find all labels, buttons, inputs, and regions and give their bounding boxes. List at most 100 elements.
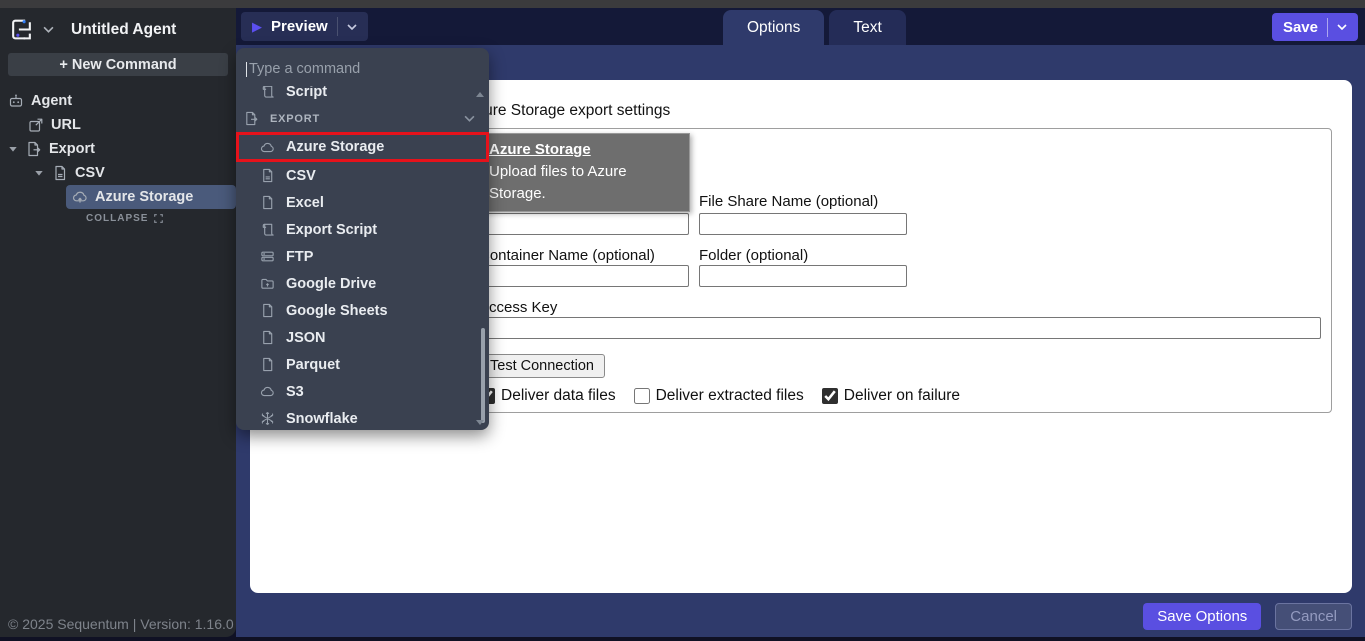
azure-storage-tooltip: Azure Storage Upload files to Azure Stor…: [478, 133, 690, 212]
agent-title: Untitled Agent: [71, 21, 176, 39]
file-icon: [260, 195, 275, 210]
command-search-input[interactable]: Type a command: [246, 59, 479, 79]
tree-item-url[interactable]: URL: [0, 113, 236, 137]
checkbox-deliver-on-failure[interactable]: Deliver on failure: [822, 387, 960, 405]
tree-item-export[interactable]: Export: [0, 137, 236, 161]
play-icon: ▶: [252, 20, 262, 33]
file-csv-icon: [260, 168, 275, 183]
app-version-footer: © 2025 Sequentum | Version: 1.16.0: [8, 616, 234, 632]
menu-item-label: JSON: [286, 330, 326, 346]
file-share-name-label: File Share Name (optional): [699, 193, 878, 210]
checkbox-deliver-data-files[interactable]: Deliver data files: [479, 387, 616, 405]
menu-item-azure-storage[interactable]: Azure Storage: [236, 132, 489, 162]
tree-item-csv[interactable]: CSV: [0, 161, 236, 185]
scroll-down-arrow[interactable]: [476, 420, 484, 425]
menu-item-label: Export Script: [286, 222, 377, 238]
snowflake-icon: [260, 411, 275, 426]
tree-item-label: CSV: [75, 165, 105, 181]
save-button[interactable]: Save: [1272, 13, 1358, 41]
container-name-input[interactable]: [479, 265, 689, 287]
file-export-icon: [244, 111, 259, 126]
tree-item-agent[interactable]: Agent: [0, 89, 236, 113]
menu-item-label: Parquet: [286, 357, 340, 373]
expand-brackets-icon: [153, 213, 164, 224]
menu-item-snowflake[interactable]: Snowflake: [236, 405, 489, 427]
file-icon: [260, 303, 275, 318]
container-name-label: Container Name (optional): [479, 247, 655, 264]
menu-group-export[interactable]: EXPORT: [236, 105, 489, 132]
menu-item-label: CSV: [286, 168, 316, 184]
tree-item-label: URL: [51, 117, 81, 133]
save-chevron-down-icon[interactable]: [1337, 24, 1347, 30]
command-menu-dropdown: Type a command Script EXPORT Azure Storage…: [236, 48, 489, 430]
menu-item-parquet[interactable]: Parquet: [236, 351, 489, 378]
menu-item-excel[interactable]: Excel: [236, 189, 489, 216]
menu-item-export-script[interactable]: Export Script: [236, 216, 489, 243]
checkbox-deliver-extracted-files[interactable]: Deliver extracted files: [634, 387, 804, 405]
file-share-name-input[interactable]: [699, 213, 907, 235]
collapse-tree-button[interactable]: COLLAPSE: [86, 213, 236, 224]
menu-item-label: Snowflake: [286, 411, 358, 427]
scrollbar-thumb[interactable]: [481, 328, 485, 423]
cloud-upload-icon: [72, 189, 88, 205]
menu-item-s3[interactable]: S3: [236, 378, 489, 405]
tab-text[interactable]: Text: [829, 10, 905, 45]
file-export-icon: [26, 141, 42, 157]
tooltip-description: Upload files to Azure Storage.: [489, 161, 679, 205]
scroll-icon: [260, 86, 275, 99]
save-options-button[interactable]: Save Options: [1143, 603, 1261, 630]
new-command-button[interactable]: + New Command: [8, 53, 228, 76]
tree-item-label: Agent: [31, 93, 72, 109]
checkbox-label: Deliver data files: [501, 387, 616, 405]
tree-item-azure-storage[interactable]: Azure Storage: [66, 185, 236, 209]
menu-item-json[interactable]: JSON: [236, 324, 489, 351]
checkbox-input[interactable]: [822, 388, 838, 404]
checkbox-label: Deliver on failure: [844, 387, 960, 405]
test-connection-button[interactable]: Test Connection: [479, 354, 605, 378]
menu-item-csv[interactable]: CSV: [236, 162, 489, 189]
tab-bar: Options Text: [723, 10, 906, 45]
sidebar: Untitled Agent + New Command Agent URL Exp…: [0, 8, 236, 637]
folder-input[interactable]: [699, 265, 907, 287]
preview-button[interactable]: ▶ Preview: [241, 12, 368, 41]
command-menu-list-viewport: Script EXPORT Azure Storage CSV Excel Export …: [236, 86, 489, 427]
tab-options[interactable]: Options: [723, 10, 824, 45]
button-divider: [1327, 18, 1328, 37]
menu-item-ftp[interactable]: FTP: [236, 243, 489, 270]
folder-label: Folder (optional): [699, 247, 808, 264]
text-caret: [246, 62, 247, 77]
preview-chevron-down-icon[interactable]: [347, 24, 357, 30]
bottom-action-bar: Save Options Cancel: [1143, 603, 1352, 630]
menu-item-label: Azure Storage: [286, 139, 384, 155]
robot-icon: [8, 93, 24, 109]
menu-item-label: Google Drive: [286, 276, 376, 292]
storage-account-name-input[interactable]: [479, 213, 689, 235]
cloud-icon: [260, 140, 275, 155]
window-top-strip: [0, 0, 1365, 8]
caret-down-icon[interactable]: [8, 144, 19, 154]
group-chevron-down-icon[interactable]: [464, 115, 475, 122]
sidebar-header: Untitled Agent: [0, 8, 236, 46]
preview-label: Preview: [271, 18, 328, 35]
sequentum-logo-icon[interactable]: [9, 17, 34, 42]
caret-down-icon[interactable]: [34, 168, 45, 178]
file-icon: [260, 330, 275, 345]
checkbox-input[interactable]: [634, 388, 650, 404]
menu-item-label: Excel: [286, 195, 324, 211]
panel-heading: Azure Storage export settings: [466, 102, 670, 120]
command-tree: Agent URL Export CSV Azure Storage: [0, 89, 236, 209]
menu-item-google-sheets[interactable]: Google Sheets: [236, 297, 489, 324]
command-menu-list: Script EXPORT Azure Storage CSV Excel Export …: [236, 86, 489, 427]
cloud-icon: [260, 384, 275, 399]
access-key-input[interactable]: [479, 317, 1321, 339]
menu-item-google-drive[interactable]: Google Drive: [236, 270, 489, 297]
agent-menu-chevron-down-icon[interactable]: [43, 26, 54, 33]
tree-item-label: Azure Storage: [95, 189, 193, 205]
file-icon: [260, 357, 275, 372]
server-icon: [260, 249, 275, 264]
menu-item-script[interactable]: Script: [236, 86, 489, 105]
cancel-button[interactable]: Cancel: [1275, 603, 1352, 630]
menu-item-label: Script: [286, 86, 327, 100]
scroll-icon: [260, 222, 275, 237]
scroll-up-arrow[interactable]: [476, 92, 484, 97]
